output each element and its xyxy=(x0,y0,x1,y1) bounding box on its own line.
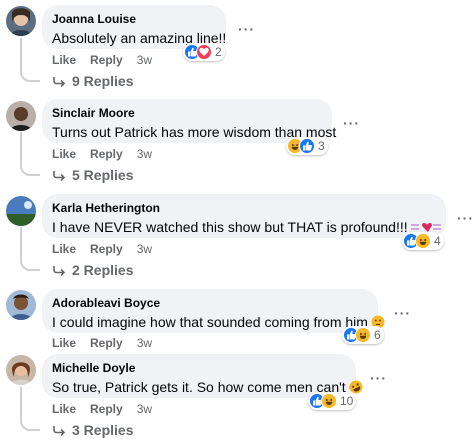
haha-icon xyxy=(321,393,337,409)
reply-arrow-icon xyxy=(53,77,66,88)
thread-line xyxy=(20,387,40,431)
avatar[interactable] xyxy=(6,101,36,131)
comment-text: So true, Patrick gets it. So how come me… xyxy=(52,378,363,398)
comment-actions: Like Reply 3w xyxy=(52,242,152,256)
timestamp[interactable]: 3w xyxy=(137,242,152,256)
view-replies-button[interactable]: 5 Replies xyxy=(52,167,133,183)
replies-label: 9 Replies xyxy=(72,73,134,89)
comment-bubble: Karla Hetherington I have NEVER watched … xyxy=(42,194,446,238)
more-options-icon[interactable]: ··· xyxy=(343,116,360,130)
reaction-summary[interactable]: 6 xyxy=(342,326,384,344)
reaction-count: 4 xyxy=(434,234,441,248)
comment-actions: Like Reply 3w xyxy=(52,53,152,67)
avatar[interactable] xyxy=(6,290,36,320)
like-button[interactable]: Like xyxy=(52,147,76,161)
thread-line xyxy=(20,132,40,176)
like-button[interactable]: Like xyxy=(52,402,76,416)
reply-button[interactable]: Reply xyxy=(90,147,123,161)
like-icon xyxy=(299,138,315,154)
replies-label: 5 Replies xyxy=(72,167,134,183)
reaction-summary[interactable]: 10 xyxy=(308,392,357,410)
more-options-icon[interactable]: ··· xyxy=(394,306,411,320)
comment-author[interactable]: Joanna Louise xyxy=(52,12,216,27)
reaction-count: 3 xyxy=(318,139,325,153)
avatar[interactable] xyxy=(6,355,36,385)
replies-label: 3 Replies xyxy=(72,422,134,438)
haha-icon xyxy=(355,327,371,343)
comment-actions: Like Reply 3w xyxy=(52,402,152,416)
comment-author[interactable]: Sinclair Moore xyxy=(52,106,322,121)
reaction-count: 2 xyxy=(215,45,222,59)
comment-text: I could imagine how that sounded coming … xyxy=(52,313,385,333)
reaction-count: 6 xyxy=(374,328,381,342)
more-options-icon[interactable]: ··· xyxy=(457,211,474,225)
reaction-summary[interactable]: 2 xyxy=(183,43,225,61)
comment-text: Turns out Patrick has more wisdom than m… xyxy=(52,124,337,140)
comment-author[interactable]: Michelle Doyle xyxy=(52,361,346,376)
more-options-icon[interactable]: ··· xyxy=(238,22,255,36)
reply-button[interactable]: Reply xyxy=(90,242,123,256)
more-options-icon[interactable]: ··· xyxy=(370,371,387,385)
comment-bubble: Adorableavi Boyce I could imagine how th… xyxy=(42,289,385,333)
view-replies-button[interactable]: 3 Replies xyxy=(52,422,133,438)
comment-actions: Like Reply 3w xyxy=(52,147,152,161)
timestamp[interactable]: 3w xyxy=(137,336,152,350)
avatar[interactable] xyxy=(6,6,36,36)
haha-icon xyxy=(415,233,431,249)
comment-actions: Like Reply 3w xyxy=(52,336,152,350)
comment-author[interactable]: Adorableavi Boyce xyxy=(52,296,368,311)
reply-button[interactable]: Reply xyxy=(90,53,123,67)
reaction-summary[interactable]: 3 xyxy=(286,137,328,155)
reply-arrow-icon xyxy=(53,171,66,182)
comment-text: I have NEVER watched this show but THAT … xyxy=(52,218,441,238)
reaction-count: 10 xyxy=(340,394,354,408)
reply-button[interactable]: Reply xyxy=(90,402,123,416)
timestamp[interactable]: 3w xyxy=(137,147,152,161)
reply-button[interactable]: Reply xyxy=(90,336,123,350)
like-button[interactable]: Like xyxy=(52,53,76,67)
comment-bubble: Sinclair Moore Turns out Patrick has mor… xyxy=(42,99,337,143)
like-button[interactable]: Like xyxy=(52,336,76,350)
replies-label: 2 Replies xyxy=(72,262,134,278)
like-button[interactable]: Like xyxy=(52,242,76,256)
thread-line xyxy=(20,227,40,271)
comment-text-content: I could imagine how that sounded coming … xyxy=(52,314,368,330)
timestamp[interactable]: 3w xyxy=(137,53,152,67)
view-replies-button[interactable]: 2 Replies xyxy=(52,262,133,278)
view-replies-button[interactable]: 9 Replies xyxy=(52,73,133,89)
timestamp[interactable]: 3w xyxy=(137,402,152,416)
love-icon xyxy=(196,44,212,60)
thread-line xyxy=(20,38,40,82)
reply-arrow-icon xyxy=(53,266,66,277)
comment-text-content: I have NEVER watched this show but THAT … xyxy=(52,219,408,235)
comment-author[interactable]: Karla Hetherington xyxy=(52,201,436,216)
reply-arrow-icon xyxy=(53,426,66,437)
avatar[interactable] xyxy=(6,196,36,226)
reaction-summary[interactable]: 4 xyxy=(402,232,444,250)
comment-text-content: So true, Patrick gets it. So how come me… xyxy=(52,379,346,395)
comment-bubble: Michelle Doyle So true, Patrick gets it.… xyxy=(42,354,363,398)
